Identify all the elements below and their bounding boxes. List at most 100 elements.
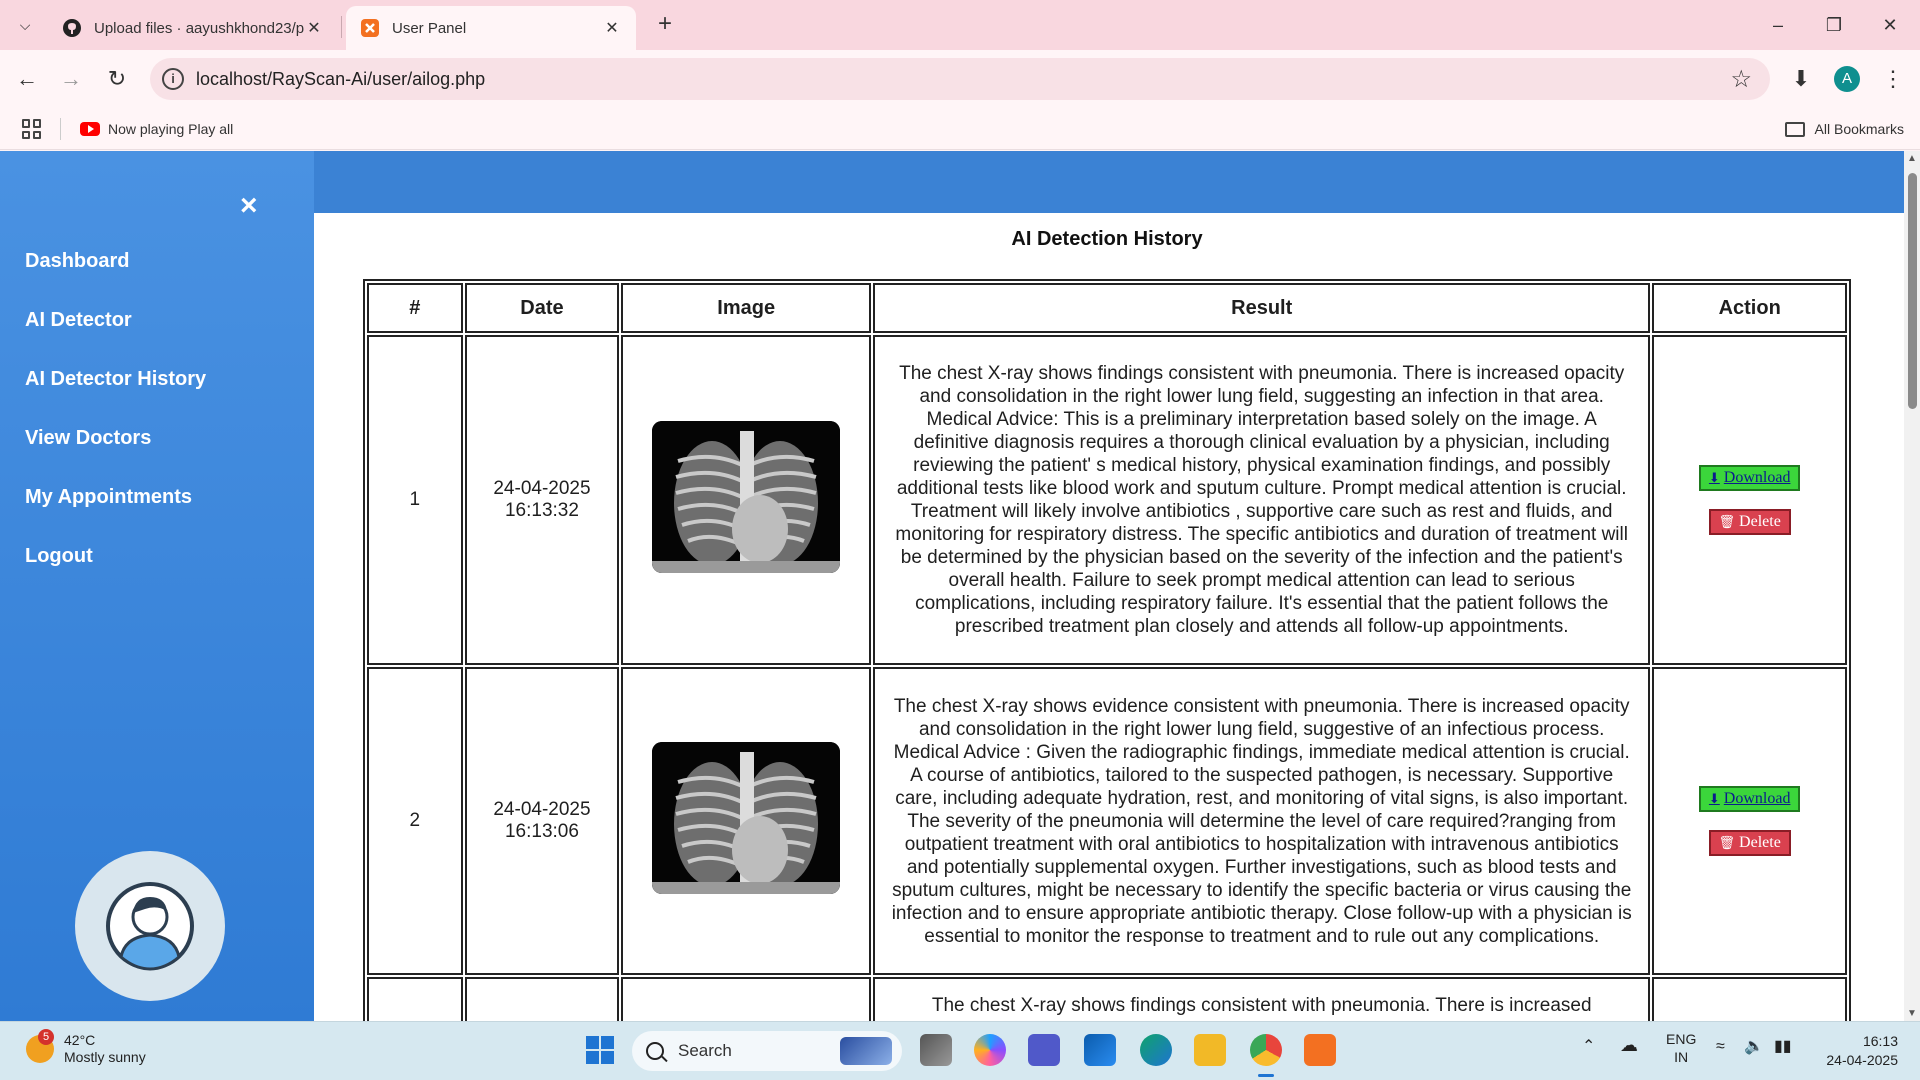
user-avatar-icon <box>106 882 194 971</box>
speaker-icon[interactable]: 🔈 <box>1744 1038 1764 1056</box>
download-button[interactable]: ⬇ Download <box>1698 786 1801 812</box>
tab-user-panel[interactable]: User Panel ✕ <box>346 6 636 50</box>
close-tab-icon[interactable]: ✕ <box>602 18 622 38</box>
site-info-icon[interactable]: i <box>162 68 184 90</box>
page-scrollbar[interactable]: ▲ ▼ <box>1904 151 1920 1021</box>
scroll-down-arrow-icon[interactable]: ▼ <box>1907 1008 1917 1019</box>
trash-icon: 🗑 <box>1718 835 1736 850</box>
new-tab-button[interactable]: + <box>650 10 680 40</box>
tab-search-button[interactable]: ⌵ <box>10 10 40 40</box>
profile-avatar[interactable]: A <box>1834 66 1860 92</box>
clock-date: 24-04-2025 <box>1826 1052 1898 1068</box>
microsoft-store-icon[interactable] <box>1084 1034 1116 1066</box>
tab-divider <box>341 16 342 38</box>
youtube-icon <box>80 122 100 136</box>
teams-icon[interactable] <box>1028 1034 1060 1066</box>
column-header-index: # <box>367 283 463 333</box>
bookmarks-bar: Now playing Play all All Bookmarks <box>0 108 1920 150</box>
system-clock[interactable]: 16:13 24-04-2025 <box>1826 1032 1898 1070</box>
column-header-action: Action <box>1652 283 1847 333</box>
history-panel: AI Detection History # Date Image Result… <box>339 213 1895 1021</box>
sidebar-item-ai-detector-history[interactable]: AI Detector History <box>25 367 206 426</box>
avatar <box>75 851 225 1001</box>
reload-icon[interactable]: ↻ <box>102 64 132 94</box>
row-image-cell <box>621 335 872 665</box>
close-tab-icon[interactable]: ✕ <box>304 18 324 38</box>
windows-start-icon[interactable] <box>586 1036 614 1064</box>
copilot-icon[interactable] <box>974 1034 1006 1066</box>
task-view-icon[interactable] <box>920 1034 952 1066</box>
xampp-taskbar-icon[interactable] <box>1304 1034 1336 1066</box>
onedrive-cloud-icon[interactable]: ☁ <box>1620 1036 1638 1054</box>
bookmark-label: Now playing Play all <box>108 121 234 137</box>
column-header-date: Date <box>464 283 620 333</box>
minimize-icon[interactable]: – <box>1758 8 1798 42</box>
table-row: The chest X-ray shows findings consisten… <box>367 977 1847 1021</box>
search-highlight-image <box>840 1037 892 1065</box>
weather-widget[interactable]: 5 42°C Mostly sunny <box>26 1029 146 1066</box>
chevron-up-icon[interactable]: ⌃ <box>1582 1038 1595 1056</box>
xampp-icon <box>361 19 379 37</box>
chest-xray-image <box>652 742 841 894</box>
download-icon[interactable]: ⬇ <box>1786 64 1816 94</box>
region-code: IN <box>1674 1049 1689 1065</box>
row-result: The chest X-ray shows findings consisten… <box>873 335 1651 665</box>
file-explorer-icon[interactable] <box>1194 1034 1226 1066</box>
row-date-day: 24-04-2025 <box>493 478 591 499</box>
row-image-cell <box>621 977 872 1021</box>
sidebar: × Dashboard AI Detector AI Detector Hist… <box>0 151 314 1021</box>
column-header-image: Image <box>621 283 872 333</box>
row-date: 24-04-2025 16:13:32 <box>464 335 620 665</box>
delete-label: Delete <box>1739 834 1781 851</box>
taskbar-search[interactable]: Search <box>632 1031 902 1071</box>
scroll-up-arrow-icon[interactable]: ▲ <box>1907 153 1917 164</box>
bookmark-star-icon[interactable]: ☆ <box>1730 65 1752 94</box>
windows-taskbar: 5 42°C Mostly sunny Search ⌃ ☁ ENG IN ≈ … <box>0 1021 1920 1080</box>
chevron-down-icon: ⌵ <box>19 16 31 33</box>
delete-button[interactable]: 🗑 Delete <box>1708 830 1791 856</box>
sidebar-item-view-doctors[interactable]: View Doctors <box>25 426 206 485</box>
delete-button[interactable]: 🗑 Delete <box>1708 509 1791 535</box>
tab-github-upload[interactable]: Upload files · aayushkhond23/p ✕ <box>48 6 338 50</box>
table-row: 1 24-04-2025 16:13:32 The chest X-ray sh… <box>367 335 1847 665</box>
bookmark-now-playing[interactable]: Now playing Play all <box>80 116 233 142</box>
sidebar-item-dashboard[interactable]: Dashboard <box>25 249 206 308</box>
bookmark-separator <box>60 118 61 140</box>
sidebar-close-icon[interactable]: × <box>240 189 258 223</box>
address-bar[interactable]: i localhost/RayScan-Ai/user/ailog.php ☆ <box>150 58 1770 100</box>
row-date <box>464 977 620 1021</box>
xray-thumbnail[interactable] <box>652 421 841 573</box>
kebab-menu-icon[interactable]: ⋮ <box>1878 64 1908 94</box>
sidebar-nav: Dashboard AI Detector AI Detector Histor… <box>25 249 206 603</box>
url-text[interactable]: localhost/RayScan-Ai/user/ailog.php <box>196 69 485 90</box>
clock-time: 16:13 <box>1862 1033 1898 1049</box>
edge-icon[interactable] <box>1140 1034 1172 1066</box>
row-actions: ⬇ Download 🗑 Delete <box>1652 335 1847 665</box>
tab-title: User Panel <box>392 19 467 37</box>
restore-icon[interactable]: ❐ <box>1814 8 1854 42</box>
window-close-icon[interactable]: ✕ <box>1870 8 1910 42</box>
sidebar-item-logout[interactable]: Logout <box>25 544 206 603</box>
download-button[interactable]: ⬇ Download <box>1698 465 1801 491</box>
forward-arrow-icon[interactable]: → <box>56 64 86 94</box>
language-indicator[interactable]: ENG IN <box>1666 1030 1696 1066</box>
scroll-thumb[interactable] <box>1908 173 1917 409</box>
delete-label: Delete <box>1739 513 1781 530</box>
battery-icon[interactable]: ▮▮ <box>1774 1038 1792 1056</box>
active-app-indicator <box>1258 1074 1274 1077</box>
apps-grid-icon[interactable] <box>22 119 42 139</box>
row-index <box>367 977 463 1021</box>
sidebar-item-my-appointments[interactable]: My Appointments <box>25 485 206 544</box>
xray-thumbnail[interactable] <box>652 742 841 894</box>
row-actions <box>1652 977 1847 1021</box>
download-label: Download <box>1723 790 1791 807</box>
row-result: The chest X-ray shows findings consisten… <box>873 977 1651 1021</box>
chrome-icon[interactable] <box>1250 1034 1282 1066</box>
sidebar-item-ai-detector[interactable]: AI Detector <box>25 308 206 367</box>
all-bookmarks-button[interactable]: All Bookmarks <box>1784 116 1904 142</box>
back-arrow-icon[interactable]: ← <box>12 64 42 94</box>
browser-tab-strip: ⌵ Upload files · aayushkhond23/p ✕ User … <box>0 0 1920 50</box>
chest-xray-image <box>652 421 841 573</box>
download-icon: ⬇ <box>1708 791 1720 806</box>
wifi-icon[interactable]: ≈ <box>1716 1038 1725 1056</box>
